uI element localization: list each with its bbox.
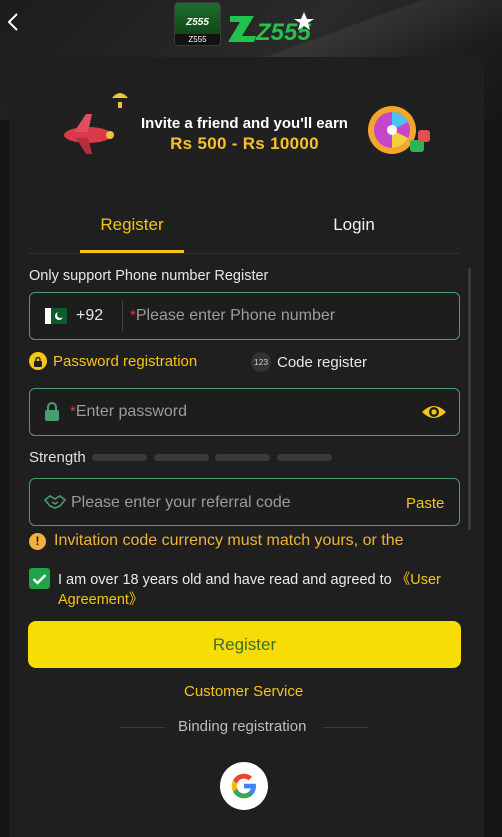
strength-bar-3 <box>215 454 270 461</box>
google-icon <box>231 773 256 799</box>
app-icon-logo: Z555 Z555 <box>174 2 221 46</box>
agreement-checkbox[interactable] <box>29 568 50 589</box>
password-registration-option[interactable]: Password registration <box>29 352 197 370</box>
prize-wheel-icon <box>368 106 430 154</box>
customer-service-link[interactable]: Customer Service <box>184 683 303 700</box>
banner-amount: Rs 500 - Rs 10000 <box>170 134 319 153</box>
password-registration-label: Password registration <box>53 352 198 370</box>
lock-icon <box>45 402 59 421</box>
strength-bar-2 <box>154 454 209 461</box>
currency-warning: ! Invitation code currency must match yo… <box>29 532 403 550</box>
warning-icon: ! <box>29 532 46 550</box>
tabs-divider <box>28 253 460 254</box>
register-button[interactable]: Register <box>28 621 461 668</box>
code-register-option[interactable]: 123 Code register <box>251 352 367 372</box>
airplane-icon <box>64 114 114 154</box>
google-login-button[interactable] <box>220 762 268 810</box>
numeric-code-icon: 123 <box>251 352 271 372</box>
password-field[interactable]: *Enter password <box>29 388 460 436</box>
parachute-icon <box>112 93 128 108</box>
phone-field[interactable]: +92 *Please enter Phone number <box>29 292 460 340</box>
phone-separator <box>122 301 123 331</box>
eye-icon[interactable] <box>421 402 447 422</box>
strength-label: Strength <box>29 449 86 466</box>
strength-bar-1 <box>92 454 147 461</box>
password-placeholder: Enter password <box>75 403 188 420</box>
paste-button[interactable]: Paste <box>406 495 444 512</box>
currency-warning-text: Invitation code currency must match your… <box>54 532 404 549</box>
phone-placeholder: Please enter Phone number <box>135 307 336 324</box>
back-button[interactable] <box>2 8 24 36</box>
strength-bar-4 <box>277 454 332 461</box>
country-code[interactable]: +92 <box>76 307 103 325</box>
pakistan-flag-icon[interactable] <box>45 308 67 324</box>
handshake-icon <box>44 495 66 509</box>
binding-divider-left <box>119 727 165 728</box>
agreement-statement: I am over 18 years old and have read and… <box>58 572 396 588</box>
app-icon-logo-mark: Z555 <box>186 17 209 28</box>
referral-input[interactable]: Please enter your referral code <box>71 494 291 512</box>
checkmark-icon <box>32 573 47 585</box>
code-register-label: Code register <box>277 353 368 371</box>
agreement-text: I am over 18 years old and have read and… <box>58 570 468 610</box>
app-icon-caption: Z555 <box>175 34 220 45</box>
brand-logo: Z555 <box>228 12 314 44</box>
password-input[interactable]: *Enter password <box>70 403 187 421</box>
referral-field[interactable]: Please enter your referral code Paste <box>29 478 460 526</box>
binding-divider-right <box>323 727 369 728</box>
scrollbar[interactable] <box>468 268 471 530</box>
binding-registration-label: Binding registration <box>178 718 307 735</box>
chevron-left-icon <box>7 13 18 31</box>
tab-register[interactable]: Register <box>80 205 184 253</box>
register-hint: Only support Phone number Register <box>29 268 269 284</box>
lock-icon <box>29 352 47 370</box>
banner-headline: Invite a friend and you'll earn <box>141 115 348 132</box>
tab-login[interactable]: Login <box>300 205 408 253</box>
phone-input[interactable]: *Please enter Phone number <box>130 307 335 325</box>
